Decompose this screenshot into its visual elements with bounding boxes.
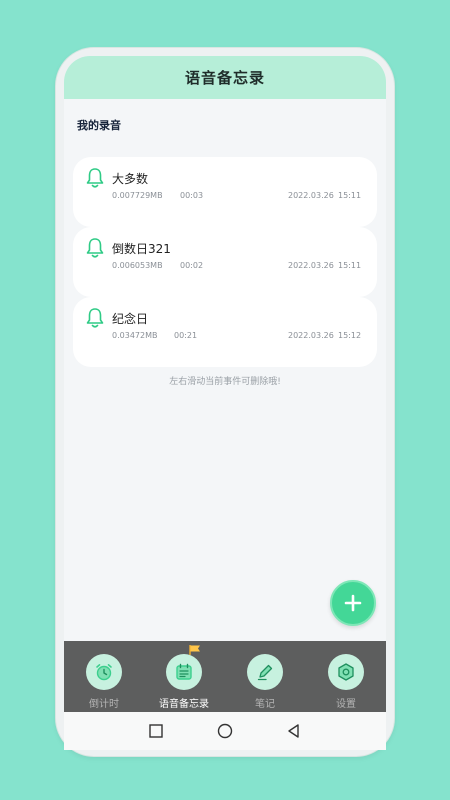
recording-time: 15:11 — [338, 261, 362, 270]
tab-label: 设置 — [336, 699, 356, 710]
bell-icon — [86, 168, 104, 188]
tab-settings[interactable]: 设置 — [306, 641, 386, 712]
section-title: 我的录音 — [77, 119, 121, 132]
recording-date: 2022.03.26 — [288, 191, 334, 200]
recents-square-icon[interactable] — [147, 722, 165, 740]
plus-icon — [344, 594, 362, 612]
page-title: 语音备忘录 — [184, 69, 265, 87]
tab-label: 笔记 — [255, 699, 275, 710]
recording-name: 大多数 — [112, 172, 149, 186]
tab-label: 倒计时 — [89, 699, 119, 710]
recording-time: 15:11 — [338, 191, 362, 200]
add-recording-button[interactable] — [330, 580, 376, 626]
recording-size: 0.006053MB — [112, 261, 163, 270]
recording-duration: 00:02 — [180, 261, 204, 270]
bell-icon — [86, 308, 104, 328]
swipe-hint: 左右滑动当前事件可删除哦! — [169, 377, 281, 387]
recording-date: 2022.03.26 — [288, 331, 334, 340]
alarm-clock-icon — [96, 664, 112, 681]
tab-countdown[interactable]: 倒计时 — [64, 641, 144, 712]
recording-name: 倒数日321 — [112, 242, 171, 256]
app-header: 语音备忘录 — [64, 56, 386, 99]
recording-name: 纪念日 — [112, 312, 149, 326]
app-screen: 语音备忘录 我的录音 大多数 0.007729MB 00:03 2022.03.… — [64, 56, 386, 712]
recording-date: 2022.03.26 — [288, 261, 334, 270]
gear-nut-icon — [338, 663, 354, 681]
recording-duration: 00:21 — [174, 331, 198, 340]
tab-notes[interactable]: 笔记 — [225, 641, 305, 712]
tab-label: 语音备忘录 — [159, 699, 209, 710]
bell-icon — [86, 238, 104, 258]
recording-item[interactable]: 倒数日321 0.006053MB 00:02 2022.03.26 15:11 — [73, 227, 377, 297]
home-circle-icon[interactable] — [216, 722, 234, 740]
recording-size: 0.007729MB — [112, 191, 163, 200]
recording-duration: 00:03 — [180, 191, 204, 200]
back-triangle-icon[interactable] — [285, 722, 303, 740]
recording-item[interactable]: 纪念日 0.03472MB 00:21 2022.03.26 15:12 — [73, 297, 377, 367]
recording-time: 15:12 — [338, 331, 362, 340]
recording-size: 0.03472MB — [112, 331, 158, 340]
system-nav-bar — [64, 712, 386, 750]
pen-icon — [257, 664, 273, 681]
tab-voice-memo[interactable]: 语音备忘录 — [144, 641, 224, 712]
recording-item[interactable]: 大多数 0.007729MB 00:03 2022.03.26 15:11 — [73, 157, 377, 227]
calendar-list-icon — [176, 663, 192, 680]
bottom-tab-bar: 倒计时 语音备忘录 笔记 设置 — [64, 641, 386, 712]
